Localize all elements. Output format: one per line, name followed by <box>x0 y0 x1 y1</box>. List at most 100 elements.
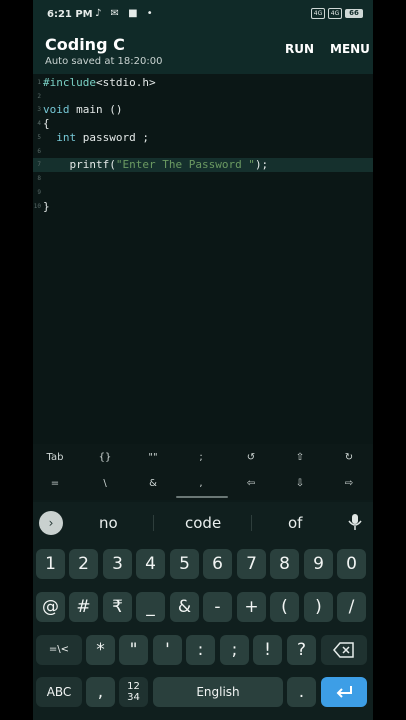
line-number: 7 <box>37 161 41 168</box>
line-number: 2 <box>37 93 41 100</box>
enter-button[interactable] <box>321 677 367 707</box>
int-keyword: int <box>56 131 77 144</box>
key-minus[interactable]: - <box>203 592 232 622</box>
key-question[interactable]: ? <box>287 635 316 665</box>
suggestion-bar: › no code of <box>33 502 373 542</box>
key-single-quote[interactable]: ' <box>153 635 182 665</box>
key-4[interactable]: 4 <box>136 549 165 579</box>
code-line[interactable]: 3 void main () <box>33 103 373 117</box>
key-at[interactable]: @ <box>36 592 65 622</box>
more-symbols-button[interactable]: =\< <box>36 635 82 665</box>
ampersand-key[interactable]: & <box>133 478 173 489</box>
space-bar[interactable]: English <box>153 677 283 707</box>
status-time: 6:21 PM <box>47 9 93 20</box>
suggestion-word[interactable]: of <box>288 514 302 532</box>
redo-icon[interactable]: ↻ <box>329 452 369 463</box>
extra-keys-scrollbar[interactable] <box>176 496 228 498</box>
status-bar: 6:21 PM ♪ ✉ ■ • 4G 4G 66 <box>33 0 373 30</box>
battery-icon: 66 <box>345 9 363 18</box>
arrow-left-icon[interactable]: ⇦ <box>231 478 271 489</box>
line-number: 5 <box>37 134 41 141</box>
current-code-line[interactable]: 7 printf("Enter The Password "); <box>33 158 373 172</box>
key-plus[interactable]: + <box>237 592 266 622</box>
app-bar: Coding C Auto saved at 18:20:00 RUN MENU <box>33 30 373 74</box>
code-line[interactable]: 6 <box>33 145 373 159</box>
code-line[interactable]: 8 <box>33 172 373 186</box>
key-double-quote[interactable]: " <box>119 635 148 665</box>
suggestion-divider <box>251 515 252 531</box>
tab-key[interactable]: Tab <box>35 452 75 463</box>
include-header: <stdio.h> <box>95 76 156 89</box>
key-2[interactable]: 2 <box>69 549 98 579</box>
enter-icon <box>336 686 352 698</box>
numpad-button[interactable]: 12 34 <box>119 677 148 707</box>
code-line[interactable]: 9 <box>33 186 373 200</box>
line-number: 3 <box>37 106 41 113</box>
menu-button[interactable]: MENU <box>330 42 370 56</box>
autosave-status: Auto saved at 18:20:00 <box>45 56 163 67</box>
key-7[interactable]: 7 <box>237 549 266 579</box>
key-ampersand[interactable]: & <box>170 592 199 622</box>
backspace-button[interactable] <box>321 635 367 665</box>
code-line[interactable]: 10 } <box>33 200 373 214</box>
void-keyword: void <box>43 103 70 116</box>
key-exclamation[interactable]: ! <box>253 635 282 665</box>
arrow-right-icon[interactable]: ⇨ <box>329 478 369 489</box>
key-underscore[interactable]: _ <box>136 592 165 622</box>
printf-close: ); <box>254 158 269 171</box>
key-1[interactable]: 1 <box>36 549 65 579</box>
string-literal: "Enter The Password " <box>115 158 255 171</box>
abc-button[interactable]: ABC <box>36 677 82 707</box>
key-asterisk[interactable]: * <box>86 635 115 665</box>
page-title: Coding C <box>45 35 125 54</box>
line-number: 6 <box>37 148 41 155</box>
suggestion-word[interactable]: no <box>99 514 118 532</box>
key-8[interactable]: 8 <box>270 549 299 579</box>
code-text: printf("Enter The Password "); <box>43 158 268 172</box>
line-number: 1 <box>37 79 41 86</box>
sim1-signal-icon: 4G <box>311 8 325 19</box>
arrow-down-icon[interactable]: ⇩ <box>280 478 320 489</box>
key-3[interactable]: 3 <box>103 549 132 579</box>
key-period[interactable]: . <box>287 677 316 707</box>
equals-key[interactable]: = <box>35 478 75 489</box>
key-6[interactable]: 6 <box>203 549 232 579</box>
preprocessor-keyword: #include <box>43 76 96 89</box>
run-button[interactable]: RUN <box>285 42 314 56</box>
key-hash[interactable]: # <box>69 592 98 622</box>
key-slash[interactable]: / <box>337 592 366 622</box>
notification-icons: ♪ ✉ ■ • <box>95 8 156 19</box>
key-rupee[interactable]: ₹ <box>103 592 132 622</box>
status-right: 4G 4G 66 <box>311 8 363 19</box>
extra-keys-bar: Tab {} "" ; ↺ ⇧ ↻ = \ & , ⇦ ⇩ ⇨ <box>33 444 373 500</box>
open-brace: { <box>43 117 50 130</box>
braces-key[interactable]: {} <box>85 452 125 463</box>
code-line[interactable]: 4 { <box>33 117 373 131</box>
key-close-paren[interactable]: ) <box>304 592 333 622</box>
backslash-key[interactable]: \ <box>85 478 125 489</box>
semicolon-key[interactable]: ; <box>181 452 221 463</box>
code-line[interactable]: 5 int password ; <box>33 131 373 145</box>
key-9[interactable]: 9 <box>304 549 333 579</box>
key-comma[interactable]: , <box>86 677 115 707</box>
printf-call: printf( <box>43 158 116 171</box>
close-brace: } <box>43 200 50 213</box>
suggestion-word[interactable]: code <box>185 514 221 532</box>
microphone-icon[interactable] <box>345 512 365 532</box>
line-number: 8 <box>37 175 41 182</box>
code-line[interactable]: 2 <box>33 90 373 104</box>
arrow-up-icon[interactable]: ⇧ <box>280 452 320 463</box>
password-declaration: password ; <box>76 131 149 144</box>
undo-icon[interactable]: ↺ <box>231 452 271 463</box>
phone-screen: 6:21 PM ♪ ✉ ■ • 4G 4G 66 Coding C Auto s… <box>33 0 373 720</box>
key-semicolon[interactable]: ; <box>220 635 249 665</box>
code-line[interactable]: 1 #include<stdio.h> <box>33 76 373 90</box>
key-5[interactable]: 5 <box>170 549 199 579</box>
key-colon[interactable]: : <box>186 635 215 665</box>
expand-suggestions-icon[interactable]: › <box>39 511 63 535</box>
key-open-paren[interactable]: ( <box>270 592 299 622</box>
quotes-key[interactable]: "" <box>133 452 173 463</box>
comma-key[interactable]: , <box>181 478 221 489</box>
code-editor[interactable]: 1 #include<stdio.h> 2 3 void main () 4 {… <box>33 74 373 444</box>
key-0[interactable]: 0 <box>337 549 366 579</box>
